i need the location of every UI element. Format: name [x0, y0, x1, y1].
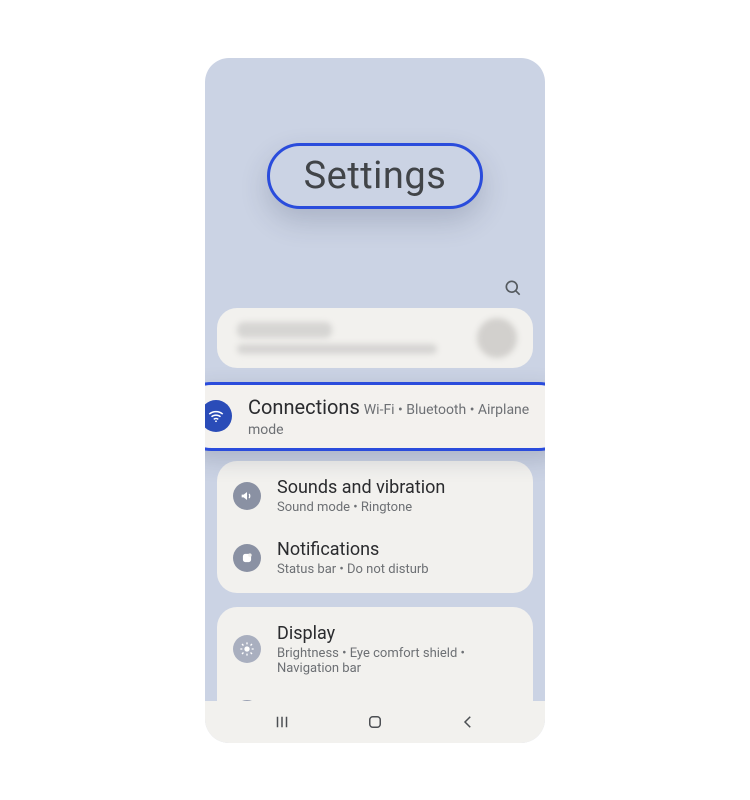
- item-subtitle: Sound mode • Ringtone: [277, 500, 445, 515]
- account-card-redacted[interactable]: [217, 308, 533, 368]
- page-title: Settings: [304, 154, 447, 198]
- item-title: Connections: [248, 395, 360, 419]
- redacted-text: [237, 322, 437, 354]
- item-labels: Notifications Status bar • Do not distur…: [277, 539, 429, 577]
- redacted-avatar: [477, 318, 517, 358]
- wifi-icon: [205, 400, 232, 432]
- item-title: Display: [277, 623, 517, 644]
- redacted-line: [237, 344, 437, 354]
- title-highlight-pill: Settings: [267, 143, 484, 209]
- settings-list: Connections Wi-Fi • Bluetooth • Airplane…: [205, 308, 545, 743]
- back-button[interactable]: [448, 707, 488, 737]
- item-title: Notifications: [277, 539, 429, 560]
- item-subtitle: Status bar • Do not disturb: [277, 562, 429, 577]
- brightness-icon: [233, 635, 261, 663]
- redacted-line: [237, 322, 332, 338]
- item-title: Sounds and vibration: [277, 477, 445, 498]
- search-icon[interactable]: [503, 278, 523, 298]
- item-connections-highlight[interactable]: Connections Wi-Fi • Bluetooth • Airplane…: [205, 382, 545, 451]
- item-labels: Display Brightness • Eye comfort shield …: [277, 623, 517, 676]
- item-sounds[interactable]: Sounds and vibration Sound mode • Ringto…: [217, 465, 533, 527]
- notification-icon: [233, 544, 261, 572]
- sound-icon: [233, 482, 261, 510]
- recents-button[interactable]: [262, 707, 302, 737]
- item-labels: Connections Wi-Fi • Bluetooth • Airplane…: [248, 395, 545, 438]
- header: Settings: [205, 58, 545, 308]
- item-display[interactable]: Display Brightness • Eye comfort shield …: [217, 611, 533, 688]
- item-labels: Sounds and vibration Sound mode • Ringto…: [277, 477, 445, 515]
- phone-frame: Settings: [205, 58, 545, 743]
- home-button[interactable]: [355, 707, 395, 737]
- item-subtitle: Brightness • Eye comfort shield • Naviga…: [277, 646, 517, 676]
- card-sound-notifications: Sounds and vibration Sound mode • Ringto…: [217, 461, 533, 593]
- navigation-bar: [205, 701, 545, 743]
- item-notifications[interactable]: Notifications Status bar • Do not distur…: [217, 527, 533, 589]
